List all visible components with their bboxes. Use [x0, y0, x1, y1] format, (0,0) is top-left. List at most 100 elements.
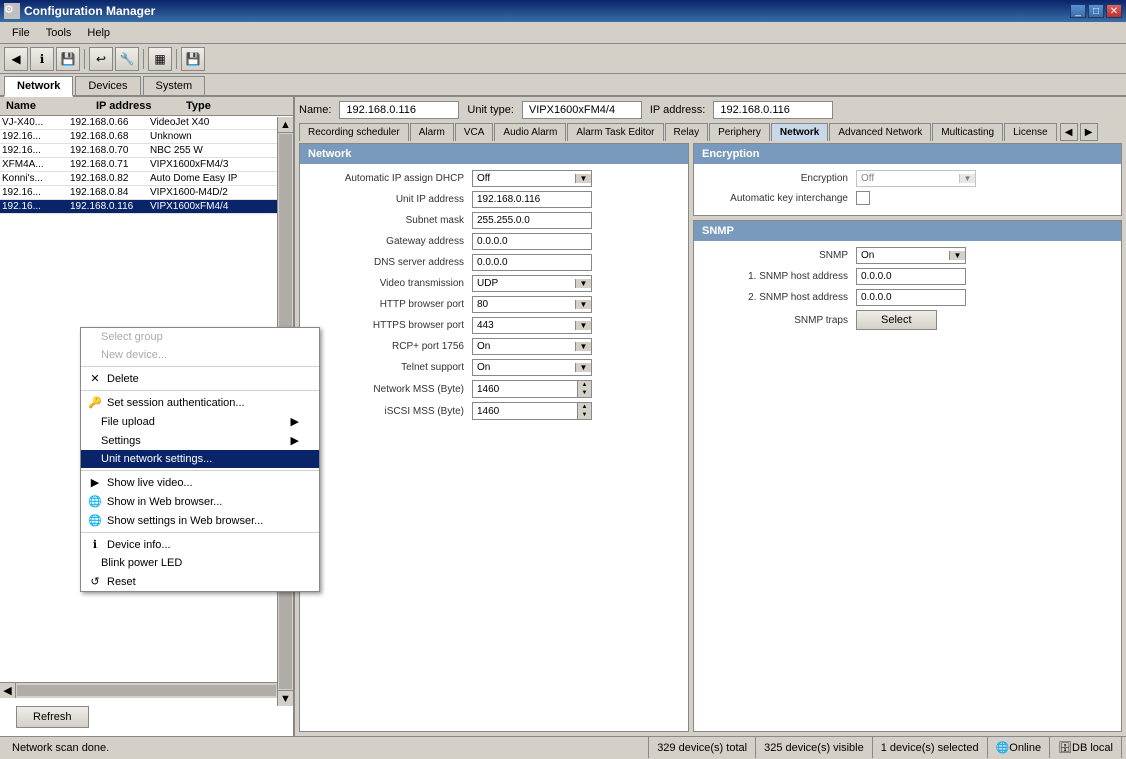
- ctx-reset[interactable]: ↺Reset: [81, 572, 319, 591]
- https-select[interactable]: 443 ▼: [472, 317, 592, 334]
- list-item[interactable]: 192.16... 192.168.0.68 Unknown: [0, 130, 293, 144]
- tab-network[interactable]: Network: [771, 123, 828, 141]
- tab-vca[interactable]: VCA: [455, 123, 494, 141]
- tab-scroll-right[interactable]: ▶: [1080, 123, 1098, 141]
- tab-system[interactable]: System: [143, 76, 206, 95]
- status-selected: 1 device(s) selected: [873, 737, 988, 758]
- tab-license[interactable]: License: [1004, 123, 1056, 141]
- ctx-select-group: Select group: [81, 328, 319, 346]
- tab-audio-alarm[interactable]: Audio Alarm: [494, 123, 566, 141]
- list-item[interactable]: VJ-X40... 192.168.0.66 VideoJet X40: [0, 116, 293, 130]
- toolbar-btn-tools[interactable]: 🔧: [115, 47, 139, 71]
- tab-periphery[interactable]: Periphery: [709, 123, 770, 141]
- refresh-button[interactable]: Refresh: [16, 706, 89, 728]
- toolbar-btn-back[interactable]: ◀: [4, 47, 28, 71]
- form-row-video-tx: Video transmission UDP ▼: [308, 275, 680, 292]
- tab-network[interactable]: Network: [4, 76, 73, 97]
- panel-tabs: Network Devices System: [0, 74, 1126, 97]
- dns-field[interactable]: [472, 254, 592, 271]
- list-item[interactable]: Konni's... 192.168.0.82 Auto Dome Easy I…: [0, 172, 293, 186]
- toolbar-btn-save[interactable]: 💾: [56, 47, 80, 71]
- menu-help[interactable]: Help: [79, 25, 118, 41]
- dhcp-select[interactable]: Off ▼: [472, 170, 592, 187]
- scroll-left-button[interactable]: ◀: [0, 683, 16, 698]
- ctx-blink-led[interactable]: Blink power LED: [81, 554, 319, 572]
- left-panel: Name IP address Type VJ-X40... 192.168.0…: [0, 97, 295, 736]
- form-row-snmp-traps: SNMP traps Select: [702, 310, 1113, 330]
- ctx-settings[interactable]: Settings ▶: [81, 431, 319, 450]
- key-icon: 🔑: [87, 396, 103, 409]
- network-section: Network Automatic IP assign DHCP Off ▼: [299, 143, 689, 732]
- rcp-select[interactable]: On ▼: [472, 338, 592, 355]
- device-type: Unknown: [150, 131, 291, 142]
- ctx-set-session[interactable]: 🔑Set session authentication...: [81, 393, 319, 412]
- h-scroll-thumb[interactable]: [17, 685, 276, 696]
- device-name: 192.16...: [2, 145, 70, 156]
- refresh-area: Refresh: [0, 698, 293, 736]
- ctx-show-settings-web[interactable]: 🌐Show settings in Web browser...: [81, 511, 319, 530]
- list-item[interactable]: 192.16... 192.168.0.70 NBC 255 W: [0, 144, 293, 158]
- close-button[interactable]: ✕: [1106, 4, 1122, 18]
- video-tx-label: Video transmission: [308, 278, 468, 289]
- tab-recording-scheduler[interactable]: Recording scheduler: [299, 123, 409, 141]
- ctx-show-web-browser[interactable]: 🌐Show in Web browser...: [81, 492, 319, 511]
- tab-devices[interactable]: Devices: [75, 76, 140, 95]
- ctx-show-live-video[interactable]: ▶Show live video...: [81, 473, 319, 492]
- device-ip: 192.168.0.116: [70, 201, 150, 212]
- tab-scroll-left[interactable]: ◀: [1060, 123, 1078, 141]
- menu-file[interactable]: File: [4, 25, 38, 41]
- mss-iscsi-up-button[interactable]: ▲: [577, 403, 591, 411]
- mss-net-spinner[interactable]: 1460 ▲ ▼: [472, 380, 592, 398]
- list-item[interactable]: XFM4A... 192.168.0.71 VIPX1600xFM4/3: [0, 158, 293, 172]
- horizontal-scrollbar[interactable]: ◀ ▶: [0, 682, 293, 698]
- toolbar-btn-undo[interactable]: ↩: [89, 47, 113, 71]
- window-controls: _ □ ✕: [1070, 4, 1122, 18]
- snmp-host1-field[interactable]: [856, 268, 966, 285]
- tab-relay[interactable]: Relay: [665, 123, 709, 141]
- subnet-field[interactable]: [472, 212, 592, 229]
- key-interchange-checkbox[interactable]: [856, 191, 870, 205]
- ip-field[interactable]: [472, 191, 592, 208]
- ctx-file-upload[interactable]: File upload ▶: [81, 412, 319, 431]
- ctx-unit-network-settings[interactable]: Unit network settings...: [81, 450, 319, 468]
- ip-address-label: IP address:: [650, 104, 705, 116]
- telnet-select[interactable]: On ▼: [472, 359, 592, 376]
- toolbar-btn-grid[interactable]: ▦: [148, 47, 172, 71]
- tab-alarm[interactable]: Alarm: [410, 123, 454, 141]
- snmp-host2-field[interactable]: [856, 289, 966, 306]
- snmp-select[interactable]: On ▼: [856, 247, 966, 264]
- mss-iscsi-down-button[interactable]: ▼: [577, 411, 591, 419]
- status-message: Network scan done.: [4, 737, 649, 758]
- mss-net-up-button[interactable]: ▲: [577, 381, 591, 389]
- ip-address-input[interactable]: [713, 101, 833, 119]
- scroll-up-button[interactable]: ▲: [278, 117, 293, 133]
- mss-iscsi-spinner[interactable]: 1460 ▲ ▼: [472, 402, 592, 420]
- chevron-down-icon-4: ▼: [575, 321, 591, 330]
- scroll-down-button[interactable]: ▼: [278, 690, 293, 706]
- form-row-ip: Unit IP address: [308, 191, 680, 208]
- delete-icon: ✕: [87, 372, 103, 385]
- gateway-field[interactable]: [472, 233, 592, 250]
- toolbar-btn-info[interactable]: ℹ: [30, 47, 54, 71]
- right-panel: Name: Unit type: IP address: Recording s…: [295, 97, 1126, 736]
- mss-net-down-button[interactable]: ▼: [577, 389, 591, 397]
- encryption-label: Encryption: [702, 173, 852, 184]
- unit-type-input[interactable]: [522, 101, 642, 119]
- video-tx-select[interactable]: UDP ▼: [472, 275, 592, 292]
- toolbar-btn-save2[interactable]: 💾: [181, 47, 205, 71]
- list-item[interactable]: 192.16... 192.168.0.116 VIPX1600xFM4/4: [0, 200, 293, 214]
- tab-multicasting[interactable]: Multicasting: [932, 123, 1003, 141]
- menu-tools[interactable]: Tools: [38, 25, 80, 41]
- mss-iscsi-label: iSCSI MSS (Byte): [308, 406, 468, 417]
- minimize-button[interactable]: _: [1070, 4, 1086, 18]
- tab-advanced-network[interactable]: Advanced Network: [829, 123, 931, 141]
- maximize-button[interactable]: □: [1088, 4, 1104, 18]
- http-select[interactable]: 80 ▼: [472, 296, 592, 313]
- list-item[interactable]: 192.16... 192.168.0.84 VIPX1600-M4D/2: [0, 186, 293, 200]
- tab-alarm-task-editor[interactable]: Alarm Task Editor: [567, 123, 663, 141]
- ctx-delete[interactable]: ✕Delete: [81, 369, 319, 388]
- ctx-device-info[interactable]: ℹDevice info...: [81, 535, 319, 554]
- snmp-traps-select-button[interactable]: Select: [856, 310, 937, 330]
- device-ip: 192.168.0.71: [70, 159, 150, 170]
- name-input[interactable]: [339, 101, 459, 119]
